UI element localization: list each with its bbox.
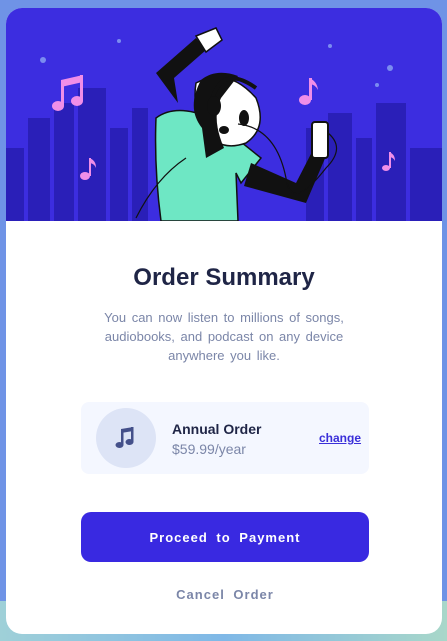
cancel-order-button[interactable]: Cancel Order (81, 582, 369, 606)
dancing-person (135, 27, 338, 221)
music-note-icon (299, 78, 318, 105)
order-summary-card: Order Summary You can now listen to mill… (6, 8, 442, 634)
proceed-to-payment-button[interactable]: Proceed to Payment (81, 512, 369, 562)
summary-description: You can now listen to millions of songs,… (104, 310, 344, 363)
plan-name: Annual Order (172, 421, 262, 437)
change-plan-link[interactable]: change (319, 431, 361, 445)
page-title: Order Summary (133, 264, 315, 291)
plan-price: $59.99/year (172, 441, 246, 457)
plan-card: Annual Order $59.99/year change (81, 402, 369, 474)
plan-icon-circle (96, 408, 156, 468)
music-note-icon (115, 427, 134, 448)
hero-illustration (6, 8, 442, 221)
